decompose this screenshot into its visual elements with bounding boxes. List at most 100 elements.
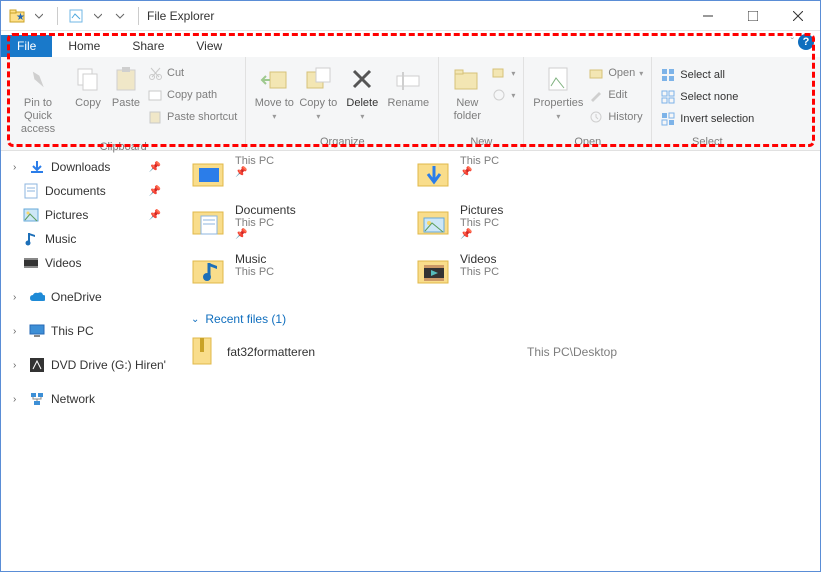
ribbon: Pin to Quick access Copy Paste Cut Copy … [1,57,820,151]
select-none-icon [660,89,676,105]
folder-item-cut2[interactable]: This PC📌 [416,155,641,191]
ribbon-toggle-icon[interactable]: ˇ [791,37,794,48]
new-folder-icon [451,63,483,95]
copy-button[interactable]: Copy [69,61,107,112]
tab-home[interactable]: Home [52,35,116,57]
sidebar-item-network[interactable]: ›Network [1,387,181,411]
pin-icon: 📌 [149,162,161,173]
minimize-button[interactable] [685,1,730,31]
copy-to-button[interactable]: Copy to▾ [296,61,340,125]
group-open: Properties▾ Open ▾ Edit History Open [524,57,652,150]
sidebar-item-onedrive[interactable]: ›OneDrive [1,285,181,309]
history-button[interactable]: History [588,107,643,127]
pin-quick-access-button[interactable]: Pin to Quick access [7,61,69,139]
pin-icon: 📌 [149,186,161,197]
edit-icon [588,87,604,103]
paste-shortcut-button[interactable]: Paste shortcut [147,107,237,127]
paste-icon [110,63,142,95]
select-none-button[interactable]: Select none [660,87,754,107]
invert-selection-button[interactable]: Invert selection [660,109,754,129]
network-icon [29,391,45,407]
properties-button[interactable]: Properties▾ [530,61,586,125]
folder-pictures-icon [416,203,452,239]
sidebar-item-music[interactable]: Music [1,227,181,251]
thispc-icon [29,323,45,339]
pin-icon: 📌 [460,167,499,178]
delete-icon [346,63,378,95]
history-icon [588,109,604,125]
group-new: New folder ▾ ▾ New [439,57,524,150]
copy-icon [72,63,104,95]
copy-path-icon [147,87,163,103]
folder-item-videos[interactable]: VideosThis PC [416,252,641,288]
group-organize: Move to▾ Copy to▾ Delete▾ Rename Organiz… [246,57,439,150]
sidebar-item-dvd[interactable]: ›DVD Drive (G:) Hiren' [1,353,181,377]
zip-icon [191,336,215,368]
copy-to-icon [302,63,334,95]
tab-file[interactable]: File [1,35,52,57]
folder-item-cut[interactable]: This PC📌 [191,155,416,191]
paste-button[interactable]: Paste [107,61,145,112]
sidebar-item-downloads[interactable]: ›Downloads📌 [1,155,181,179]
recent-files-header[interactable]: ⌄ Recent files (1) [191,312,810,326]
window-controls [685,1,820,31]
select-all-icon [660,67,676,83]
sidebar-item-pictures[interactable]: Pictures📌 [1,203,181,227]
sidebar-item-videos[interactable]: Videos [1,251,181,275]
move-to-icon [258,63,290,95]
properties-qat-icon[interactable] [66,6,86,26]
music-icon [23,231,39,247]
easy-access-icon [491,87,507,103]
pin-icon: 📌 [460,229,503,240]
folder-item-documents[interactable]: DocumentsThis PC📌 [191,203,416,240]
titlebar: ★ File Explorer [1,1,820,31]
qat-dropdown-2-icon[interactable] [88,6,108,26]
folder-item-pictures[interactable]: PicturesThis PC📌 [416,203,641,240]
pin-icon: 📌 [149,210,161,221]
folder-documents-icon [191,203,227,239]
properties-icon [542,63,574,95]
folder-item-music[interactable]: MusicThis PC [191,252,416,288]
pin-icon [22,63,54,95]
svg-text:★: ★ [16,12,25,23]
easy-access-button[interactable]: ▾ [491,85,515,105]
select-all-button[interactable]: Select all [660,65,754,85]
help-icon[interactable]: ? [798,34,814,50]
tab-share[interactable]: Share [116,35,180,57]
folder-icon [416,155,452,191]
folder-icon [191,155,227,191]
new-item-button[interactable]: ▾ [491,63,515,83]
dvd-icon [29,357,45,373]
delete-button[interactable]: Delete▾ [340,61,384,125]
qat-dropdown-1-icon[interactable] [29,6,49,26]
maximize-button[interactable] [730,1,775,31]
invert-icon [660,111,676,127]
cut-button[interactable]: Cut [147,63,237,83]
qat-customize-icon[interactable] [110,6,130,26]
pin-icon: 📌 [235,229,296,240]
app-icon: ★ [7,6,27,26]
content-area: This PC📌 This PC📌 DocumentsThis PC📌 [181,151,820,571]
move-to-button[interactable]: Move to▾ [252,61,296,125]
open-icon [588,65,604,81]
rename-icon [392,63,424,95]
open-button[interactable]: Open ▾ [588,63,643,83]
separator [57,7,58,25]
onedrive-icon [29,289,45,305]
folder-videos-icon [416,252,452,288]
new-folder-button[interactable]: New folder [445,61,489,125]
rename-button[interactable]: Rename [384,61,432,112]
sidebar-item-documents[interactable]: Documents📌 [1,179,181,203]
group-clipboard: Pin to Quick access Copy Paste Cut Copy … [1,57,246,150]
tab-view[interactable]: View [180,35,238,57]
window-title: File Explorer [147,9,214,23]
copy-path-button[interactable]: Copy path [147,85,237,105]
pin-icon: 📌 [235,167,274,178]
videos-icon [23,255,39,271]
sidebar-item-thispc[interactable]: ›This PC [1,319,181,343]
folder-music-icon [191,252,227,288]
edit-button[interactable]: Edit [588,85,643,105]
close-button[interactable] [775,1,820,31]
recent-file-item[interactable]: fat32formatteren This PC\Desktop [191,336,810,368]
pictures-icon [23,207,39,223]
